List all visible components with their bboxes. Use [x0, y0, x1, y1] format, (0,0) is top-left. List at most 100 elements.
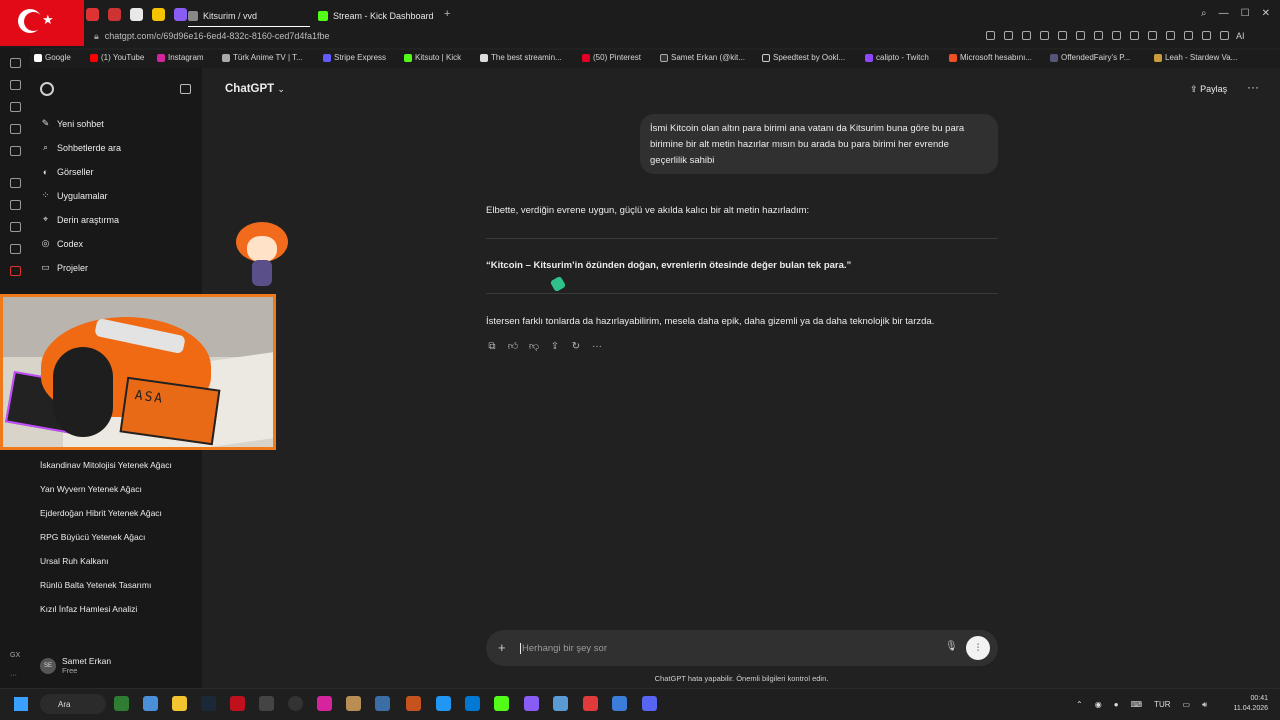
tab-kitsurim[interactable]: Kitsurim / vvd	[188, 5, 310, 27]
pinned-tab-icon[interactable]	[174, 8, 187, 21]
bookmark-speedtest[interactable]: Speedtest by Ookl...	[762, 53, 845, 62]
close-button[interactable]: ✕	[1262, 8, 1270, 19]
copy-icon[interactable]: ⧉	[486, 340, 498, 352]
sidebar-item-images[interactable]: ◐ Görseller	[40, 166, 94, 177]
steam-icon[interactable]	[201, 696, 216, 711]
ai-extension-button[interactable]: AI	[1236, 31, 1245, 41]
history-item[interactable]: Yan Wyvern Yetenek Ağacı	[40, 484, 142, 494]
history-item[interactable]: Ursal Ruh Kalkanı	[40, 556, 109, 566]
extension-icon[interactable]	[1112, 31, 1121, 40]
pinned-tab-icon[interactable]	[108, 8, 121, 21]
taskbar-clock[interactable]: 00:41 11.04.2026	[1222, 694, 1268, 714]
thumbs-up-icon[interactable]: 👍︎	[507, 340, 519, 352]
user-profile[interactable]: SE Samet Erkan Free	[40, 656, 111, 675]
minimize-button[interactable]: —	[1219, 8, 1229, 19]
bookmark-twitch[interactable]: calipto - Twitch	[865, 53, 929, 62]
extension-icon[interactable]	[1202, 31, 1211, 40]
openai-logo-icon[interactable]	[40, 82, 54, 96]
extension-icon[interactable]	[1058, 31, 1067, 40]
bookmark-samet[interactable]: Samet Erkan (@kit...	[660, 53, 745, 62]
whatsapp-icon[interactable]	[10, 200, 21, 210]
tray-app-icon[interactable]: ◉	[1095, 700, 1102, 710]
thumbs-down-icon[interactable]: 👎︎	[528, 340, 540, 352]
regenerate-icon[interactable]: ↻	[570, 340, 582, 352]
tab-kick-dashboard[interactable]: Stream - Kick Dashboard	[318, 5, 442, 27]
instagram-icon[interactable]	[317, 696, 332, 711]
opera-gx-icon[interactable]	[230, 696, 245, 711]
taskbar-app-icon[interactable]	[436, 696, 451, 711]
kick-icon[interactable]	[494, 696, 509, 711]
taskbar-app-icon[interactable]	[259, 696, 274, 711]
network-icon[interactable]: ▭	[1183, 700, 1191, 710]
extension-icon[interactable]	[1004, 31, 1013, 40]
sidebar-item-apps[interactable]: ⁘ Uygulamalar	[40, 190, 108, 201]
sidebar-toggle-icon[interactable]	[180, 84, 191, 94]
more-icon[interactable]: ···	[591, 340, 603, 352]
taskbar-app-icon[interactable]	[346, 696, 361, 711]
keyboard-icon[interactable]: ⌨	[1131, 700, 1143, 710]
voice-mode-button[interactable]: ⫶	[966, 636, 990, 660]
extension-icon[interactable]	[1148, 31, 1157, 40]
history-item[interactable]: Kızıl İnfaz Hamlesi Analizi	[40, 604, 137, 614]
sidebar-item-projects[interactable]: ▭ Projeler	[40, 262, 88, 273]
bookmark-kick[interactable]: Kitsuto | Kick	[404, 53, 461, 62]
search-icon[interactable]: ⌕	[1201, 8, 1207, 19]
instagram-icon[interactable]	[10, 222, 21, 232]
file-explorer-icon[interactable]	[172, 696, 187, 711]
bookmark-google[interactable]: Google	[34, 53, 71, 62]
windows-start-icon[interactable]	[14, 697, 28, 711]
taskbar-app-icon[interactable]	[375, 696, 390, 711]
share-button[interactable]: ⇪ Paylaş	[1190, 84, 1227, 95]
share-icon[interactable]: ⇪	[549, 340, 561, 352]
message-input[interactable]: Herhangi bir şey sor	[522, 643, 607, 654]
taskbar-app-icon[interactable]	[583, 696, 598, 711]
gx-label[interactable]: GX	[10, 652, 20, 659]
extension-icon[interactable]	[1184, 31, 1193, 40]
volume-icon[interactable]: 🔊︎	[1202, 700, 1207, 710]
extension-icon[interactable]	[1022, 31, 1031, 40]
obs-icon[interactable]	[288, 696, 303, 711]
model-selector[interactable]: ChatGPT ⌄	[225, 83, 285, 95]
side-panel-icon[interactable]	[10, 146, 21, 156]
bookmark-youtube[interactable]: (1) YouTube	[90, 53, 144, 62]
history-item[interactable]: RPG Büyücü Yetenek Ağacı	[40, 532, 145, 542]
bookmark-stripe[interactable]: Stripe Express	[323, 53, 386, 62]
history-item[interactable]: Ejderdoğan Hibrit Yetenek Ağacı	[40, 508, 162, 518]
bookmark-streaming[interactable]: The best streamin...	[480, 53, 562, 62]
history-item[interactable]: Rünlü Balta Yetenek Tasarımı	[40, 580, 151, 590]
extension-icon[interactable]	[1166, 31, 1175, 40]
taskbar-app-icon[interactable]	[143, 696, 158, 711]
extension-icon[interactable]	[986, 31, 995, 40]
language-indicator[interactable]: TUR	[1154, 700, 1170, 710]
chevron-up-icon[interactable]: ⌃	[1076, 700, 1083, 710]
sidebar-item-deep-research[interactable]: ⌖ Derin araştırma	[40, 214, 119, 225]
microphone-icon[interactable]: 🎙︎	[945, 641, 958, 652]
extension-icon[interactable]	[1094, 31, 1103, 40]
history-item[interactable]: İskandinav Mitolojisi Yetenek Ağacı	[40, 460, 172, 470]
side-panel-icon[interactable]	[10, 102, 21, 112]
taskbar-app-icon[interactable]	[406, 696, 421, 711]
tray-app-icon[interactable]: ●	[1114, 700, 1119, 710]
taskbar-app-icon[interactable]	[114, 696, 129, 711]
extension-icon[interactable]	[1076, 31, 1085, 40]
pinned-tab-icon[interactable]	[86, 8, 99, 21]
side-panel-icon[interactable]	[10, 124, 21, 134]
taskbar-app-icon[interactable]	[524, 696, 539, 711]
messenger-icon[interactable]	[10, 178, 21, 188]
sidebar-item-codex[interactable]: ◎ Codex	[40, 238, 83, 249]
extension-icon[interactable]	[1220, 31, 1229, 40]
taskbar-app-icon[interactable]	[553, 696, 568, 711]
attach-plus-icon[interactable]: +	[498, 640, 506, 655]
sidebar-item-new-chat[interactable]: ✎ Yeni sohbet	[40, 118, 104, 129]
pinned-tab-icon[interactable]	[130, 8, 143, 21]
more-options-icon[interactable]: ···	[1247, 80, 1259, 94]
bookmark-microsoft[interactable]: Microsoft hesabını...	[949, 53, 1032, 62]
new-tab-button[interactable]: +	[444, 8, 450, 20]
bookmark-leah[interactable]: Leah - Stardew Va...	[1154, 53, 1237, 62]
taskbar-app-icon[interactable]	[612, 696, 627, 711]
taskbar-app-icon[interactable]	[465, 696, 480, 711]
taskbar-search[interactable]: Ara	[40, 694, 106, 714]
discord-icon[interactable]	[642, 696, 657, 711]
sidebar-item-search-chats[interactable]: ⌕ Sohbetlerde ara	[40, 142, 121, 153]
address-bar[interactable]: 🔒︎ chatgpt.com/c/69d96e16-6ed4-832c-8160-…	[94, 31, 329, 42]
